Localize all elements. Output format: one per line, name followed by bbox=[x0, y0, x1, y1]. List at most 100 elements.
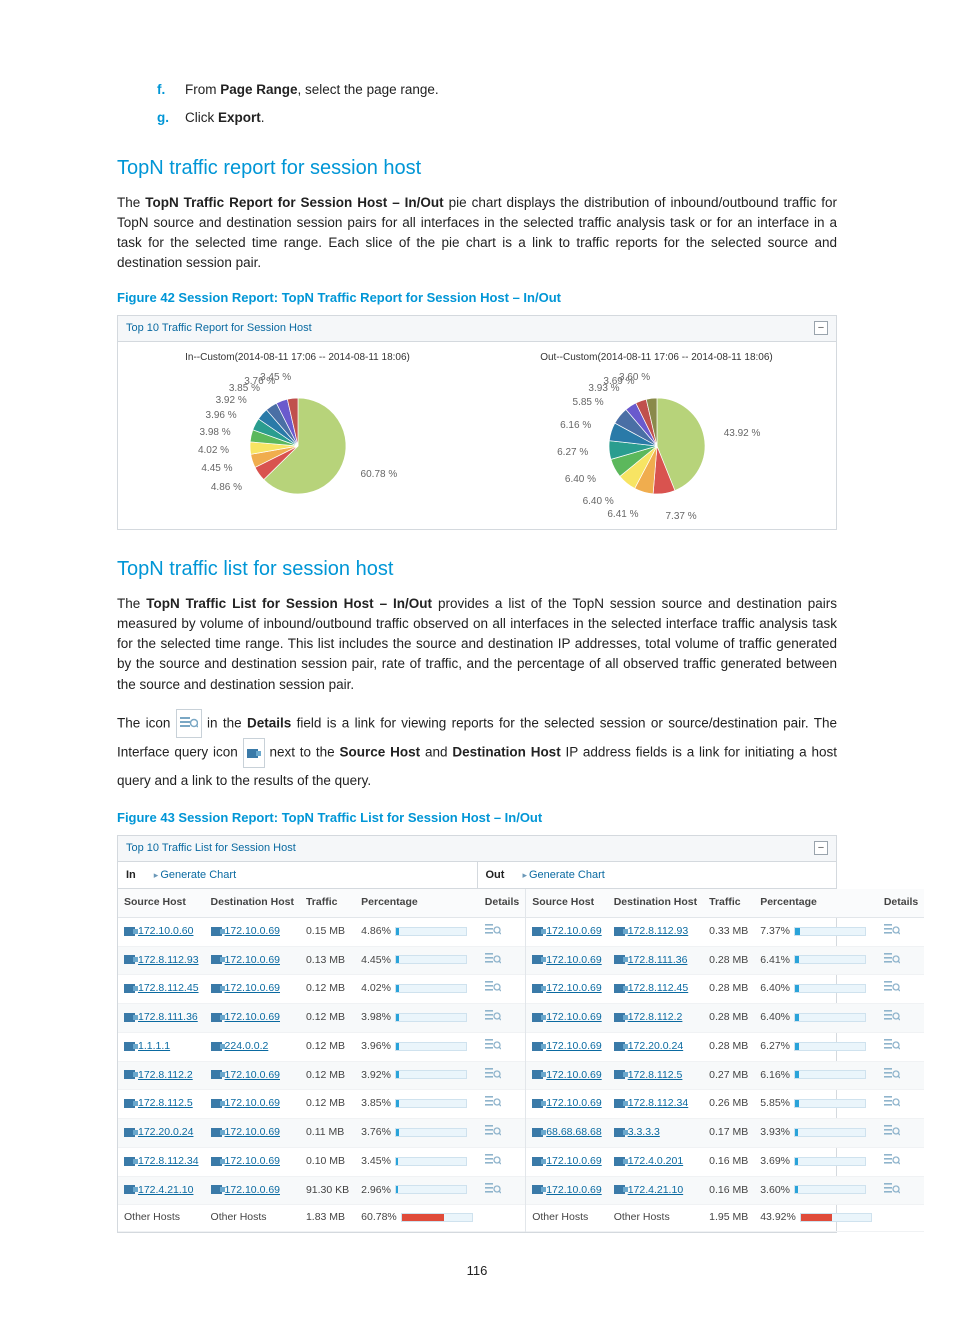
ip-link[interactable]: 172.10.0.69 bbox=[225, 1069, 280, 1081]
ip-link[interactable]: 3.3.3.3 bbox=[628, 1126, 660, 1138]
host-icon[interactable] bbox=[614, 1128, 625, 1137]
host-icon[interactable] bbox=[124, 1185, 135, 1194]
ip-link[interactable]: 172.4.21.10 bbox=[138, 1184, 193, 1196]
details-icon[interactable] bbox=[485, 1185, 501, 1197]
ip-link[interactable]: 68.68.68.68 bbox=[546, 1126, 601, 1138]
ip-link[interactable]: 172.10.0.69 bbox=[225, 982, 280, 994]
host-icon[interactable] bbox=[532, 1013, 543, 1022]
host-icon[interactable] bbox=[124, 927, 135, 936]
details-icon[interactable] bbox=[485, 1156, 501, 1168]
ip-link[interactable]: 172.8.112.45 bbox=[628, 982, 689, 994]
ip-link[interactable]: 172.4.0.201 bbox=[628, 1155, 683, 1167]
host-icon[interactable] bbox=[211, 955, 222, 964]
ip-link[interactable]: 1.1.1.1 bbox=[138, 1040, 170, 1052]
generate-chart-link[interactable]: Generate Chart bbox=[522, 867, 604, 884]
ip-link[interactable]: 172.10.0.69 bbox=[225, 1155, 280, 1167]
generate-chart-link[interactable]: Generate Chart bbox=[154, 867, 236, 884]
ip-link[interactable]: 172.10.0.69 bbox=[546, 1069, 601, 1081]
host-icon[interactable] bbox=[614, 1070, 625, 1079]
host-icon[interactable] bbox=[124, 1099, 135, 1108]
ip-link[interactable]: 172.10.0.69 bbox=[225, 1184, 280, 1196]
host-icon[interactable] bbox=[532, 1099, 543, 1108]
ip-link[interactable]: 172.20.0.24 bbox=[628, 1040, 683, 1052]
host-icon[interactable] bbox=[124, 1042, 135, 1051]
host-icon[interactable] bbox=[211, 1185, 222, 1194]
ip-link[interactable]: 172.10.0.69 bbox=[225, 1126, 280, 1138]
ip-link[interactable]: 172.10.0.69 bbox=[546, 1097, 601, 1109]
details-icon[interactable] bbox=[884, 1156, 900, 1168]
ip-link[interactable]: 172.10.0.69 bbox=[546, 1155, 601, 1167]
host-icon[interactable] bbox=[211, 1128, 222, 1137]
details-icon[interactable] bbox=[884, 1041, 900, 1053]
ip-link[interactable]: 172.10.0.69 bbox=[546, 1184, 601, 1196]
host-icon[interactable] bbox=[614, 955, 625, 964]
ip-link[interactable]: 172.10.0.69 bbox=[225, 925, 280, 937]
ip-link[interactable]: 172.8.112.5 bbox=[138, 1097, 193, 1109]
details-icon[interactable] bbox=[884, 1185, 900, 1197]
host-icon[interactable] bbox=[532, 955, 543, 964]
host-icon[interactable] bbox=[211, 1157, 222, 1166]
host-icon[interactable] bbox=[124, 955, 135, 964]
ip-link[interactable]: 172.10.0.69 bbox=[225, 954, 280, 966]
details-icon[interactable] bbox=[485, 983, 501, 995]
host-icon[interactable] bbox=[211, 1099, 222, 1108]
host-icon[interactable] bbox=[211, 927, 222, 936]
ip-link[interactable]: 172.8.112.45 bbox=[138, 982, 199, 994]
host-icon[interactable] bbox=[532, 1042, 543, 1051]
host-icon[interactable] bbox=[124, 1013, 135, 1022]
ip-link[interactable]: 172.10.0.69 bbox=[546, 982, 601, 994]
host-icon[interactable] bbox=[614, 1013, 625, 1022]
ip-link[interactable]: 172.10.0.69 bbox=[546, 1011, 601, 1023]
ip-link[interactable]: 172.8.112.93 bbox=[628, 925, 689, 937]
details-icon[interactable] bbox=[485, 1012, 501, 1024]
host-icon[interactable] bbox=[211, 1013, 222, 1022]
host-icon[interactable] bbox=[532, 1185, 543, 1194]
ip-link[interactable]: 172.20.0.24 bbox=[138, 1126, 193, 1138]
host-icon[interactable] bbox=[614, 1042, 625, 1051]
host-icon[interactable] bbox=[614, 927, 625, 936]
ip-link[interactable]: 172.8.111.36 bbox=[138, 1011, 198, 1023]
collapse-icon[interactable]: − bbox=[814, 321, 828, 335]
pie-chart-out[interactable]: 43.92 %7.37 %6.41 %6.40 %6.40 %6.27 %6.1… bbox=[485, 371, 828, 521]
ip-link[interactable]: 172.8.112.2 bbox=[138, 1069, 193, 1081]
host-icon[interactable] bbox=[532, 1128, 543, 1137]
ip-link[interactable]: 172.10.0.69 bbox=[546, 1040, 601, 1052]
details-icon[interactable] bbox=[884, 1012, 900, 1024]
ip-link[interactable]: 172.8.112.93 bbox=[138, 954, 199, 966]
collapse-icon[interactable]: − bbox=[814, 841, 828, 855]
host-icon[interactable] bbox=[211, 984, 222, 993]
host-icon[interactable] bbox=[614, 1185, 625, 1194]
host-icon[interactable] bbox=[124, 1157, 135, 1166]
host-icon[interactable] bbox=[614, 984, 625, 993]
details-icon[interactable] bbox=[485, 1127, 501, 1139]
ip-link[interactable]: 172.10.0.69 bbox=[546, 954, 601, 966]
details-icon[interactable] bbox=[884, 983, 900, 995]
host-icon[interactable] bbox=[124, 1128, 135, 1137]
host-icon[interactable] bbox=[211, 1070, 222, 1079]
details-icon[interactable] bbox=[884, 1070, 900, 1082]
host-icon[interactable] bbox=[532, 1070, 543, 1079]
details-icon[interactable] bbox=[485, 1098, 501, 1110]
details-icon[interactable] bbox=[884, 955, 900, 967]
details-icon[interactable] bbox=[884, 1098, 900, 1110]
details-icon[interactable] bbox=[485, 1070, 501, 1082]
host-icon[interactable] bbox=[532, 984, 543, 993]
details-icon[interactable] bbox=[485, 955, 501, 967]
details-icon[interactable] bbox=[884, 926, 900, 938]
details-icon[interactable] bbox=[485, 926, 501, 938]
ip-link[interactable]: 172.10.0.69 bbox=[225, 1011, 280, 1023]
host-icon[interactable] bbox=[211, 1042, 222, 1051]
details-icon[interactable] bbox=[485, 1041, 501, 1053]
ip-link[interactable]: 172.8.112.5 bbox=[628, 1069, 683, 1081]
host-icon[interactable] bbox=[124, 984, 135, 993]
pie-chart-in[interactable]: 60.78 %4.86 %4.45 %4.02 %3.98 %3.96 %3.9… bbox=[126, 371, 469, 521]
ip-link[interactable]: 172.10.0.69 bbox=[225, 1097, 280, 1109]
ip-link[interactable]: 172.8.112.2 bbox=[628, 1011, 683, 1023]
host-icon[interactable] bbox=[532, 1157, 543, 1166]
host-icon[interactable] bbox=[614, 1099, 625, 1108]
ip-link[interactable]: 172.4.21.10 bbox=[628, 1184, 683, 1196]
host-icon[interactable] bbox=[532, 927, 543, 936]
ip-link[interactable]: 172.10.0.69 bbox=[546, 925, 601, 937]
host-icon[interactable] bbox=[124, 1070, 135, 1079]
host-icon[interactable] bbox=[614, 1157, 625, 1166]
